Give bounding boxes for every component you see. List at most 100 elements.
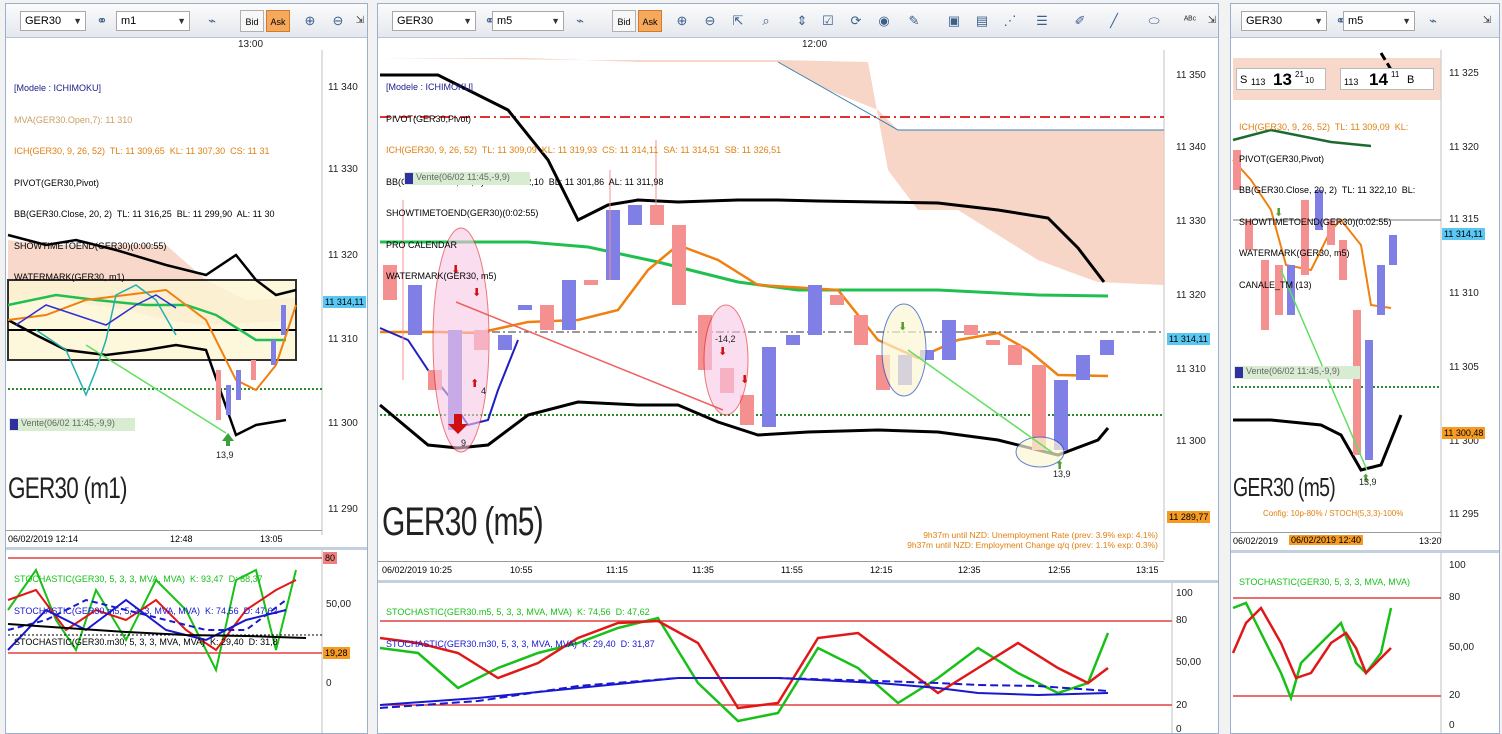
bid-big: 13 <box>1273 70 1292 89</box>
image-icon[interactable]: ▣ <box>942 10 966 32</box>
time-tick: 06/02/2019 <box>1233 536 1279 546</box>
chart-type-icon[interactable]: ⌁ <box>200 10 224 32</box>
ask-button[interactable]: Ask <box>266 10 290 32</box>
timeframe-select[interactable]: m1 ▼ <box>116 11 190 31</box>
trendline-icon[interactable]: ╱ <box>1102 10 1126 32</box>
more-icon[interactable]: ⇲ <box>1475 10 1499 32</box>
current-price-tag: 11 314,11 <box>1442 228 1485 240</box>
bid-quote-box[interactable]: S 113 13 21 10 <box>1236 68 1326 90</box>
price-tick: 11 300 <box>1176 436 1206 447</box>
price-tick: 11 350 <box>1176 70 1206 81</box>
sell-marker-icon <box>10 419 18 430</box>
quote-sell-label: S <box>1240 74 1248 86</box>
symbol-select[interactable]: GER30 ▼ <box>392 11 476 31</box>
price-tick: 11 325 <box>1449 68 1479 79</box>
stoch-tick: 80 <box>1449 592 1461 603</box>
text-tool-icon[interactable]: ᴬᴮᶜ <box>1178 10 1202 32</box>
divider <box>378 561 1164 562</box>
stoch-tick: 0 <box>1449 720 1455 731</box>
globe-icon[interactable]: ◉ <box>872 10 896 32</box>
time-tick: 10:55 <box>510 565 533 575</box>
stoch-tick: 19,28 <box>323 647 350 659</box>
divider <box>1231 532 1441 533</box>
link-icon[interactable]: ⚭ <box>90 10 114 32</box>
zoom-out-icon[interactable]: ⊖ <box>698 10 722 32</box>
stoch-tick: 80 <box>1176 615 1188 626</box>
legend-line: ICH(GER30, 9, 26, 52) TL: 11 309,09 KL: … <box>386 145 782 155</box>
time-tick: 12:48 <box>170 534 193 544</box>
zoom-in-icon[interactable]: ⊕ <box>298 10 322 32</box>
stoch-tick: 20 <box>1176 700 1188 711</box>
annotation-label: -14,2 <box>715 334 736 344</box>
price-tick: 11 315 <box>1449 214 1479 225</box>
time-tick: 11:55 <box>781 565 803 575</box>
fit-icon[interactable]: ⇕ <box>790 10 814 32</box>
current-price-tag: 11 314,11 <box>1167 333 1210 345</box>
chart-window-m5-small: GER30 ▼ ⚭ m5 ▼ ⌁ ⇲ ⬇ ⬆ S 113 13 21 10 11… <box>1230 3 1500 734</box>
chart-type-icon[interactable]: ⌁ <box>1421 10 1445 32</box>
pen-icon[interactable]: ✐ <box>1068 10 1092 32</box>
ask-quote-box[interactable]: 113 14 11 B <box>1340 68 1434 90</box>
time-tick: 13:05 <box>260 534 283 544</box>
legend-line: ICH(GER30, 9, 26, 52) TL: 11 309,65 KL: … <box>14 146 270 156</box>
annotation-label: 9 <box>461 438 467 448</box>
ellipse-icon[interactable]: ⬭ <box>1142 10 1166 32</box>
price-tick: 11 340 <box>328 82 358 93</box>
news-item: 9h37m until NZD: Employment Change q/q (… <box>907 540 1158 550</box>
legend-line: BB(GER30.Close, 20, 2) TL: 11 316,25 BL:… <box>14 209 275 219</box>
legend-line: PRO CALENDAR <box>386 239 458 250</box>
properties-icon[interactable]: ☑ <box>816 10 840 32</box>
more-icon[interactable]: ⇲ <box>1200 10 1218 32</box>
legend-line: PIVOT(GER30,Pivot) <box>386 113 472 124</box>
price-tick: 11 340 <box>1176 142 1206 153</box>
arrow-label: 13,9 <box>216 450 234 460</box>
lines-icon[interactable]: ☰ <box>1030 10 1054 32</box>
sell-signal-label: Vente(06/02 11:45,-9,9) <box>404 172 530 185</box>
bid-button[interactable]: Bid <box>240 10 264 32</box>
legend-line: STOCHASTIC(GER30.m30, 5, 3, 3, MVA, MVA)… <box>386 638 655 649</box>
time-tick: 06/02/2019 12:14 <box>8 534 79 544</box>
price-tick: 11 305 <box>1449 362 1479 373</box>
timeframe-select[interactable]: m5 ▼ <box>1343 11 1415 31</box>
layout-icon[interactable]: ▤ <box>970 10 994 32</box>
toolbar: GER30 ▼ ⚭ m5 ▼ ⌁ Bid Ask ⊕ ⊖ ⇱ ⌕ ⇕ ☑ ⟳ ◉ ✎… <box>378 4 1218 38</box>
chevron-down-icon: ▼ <box>1314 16 1323 26</box>
cursor-icon[interactable]: ⇱ <box>726 10 750 32</box>
timeframe-select[interactable]: m5 ▼ <box>492 11 564 31</box>
time-tick: 12:35 <box>958 565 981 575</box>
sell-signal-label: Vente(06/02 11:45,-9,9) <box>1234 366 1360 379</box>
legend-line: WATERMARK(GER30, m5) <box>386 271 497 281</box>
chart-type-icon[interactable]: ⌁ <box>568 10 592 32</box>
ask-button[interactable]: Ask <box>638 10 662 32</box>
ruler-icon[interactable]: ✎ <box>902 10 926 32</box>
legend-line: STOCHASTIC(GER30, 5, 3, 3, MVA, MVA) K: … <box>14 574 263 584</box>
ask-big: 14 <box>1369 70 1388 89</box>
symbol-select[interactable]: GER30 ▼ <box>1241 11 1327 31</box>
legend-line: SHOWTIMETOEND(GER30)(0:02:55) <box>1239 216 1392 227</box>
svg-text:⬇: ⬇ <box>718 345 727 358</box>
zoom-in-icon[interactable]: ⊕ <box>670 10 694 32</box>
bid-sub: 10 <box>1305 76 1314 85</box>
stoch-tick: 0 <box>1176 724 1182 734</box>
stoch-tick: 50,00 <box>326 599 352 610</box>
legend-line: SHOWTIMETOEND(GER30)(0:00:55) <box>14 240 167 251</box>
zoom-out-icon[interactable]: ⊖ <box>326 10 350 32</box>
sell-signal-label: Vente(06/02 11:45,-9,9) <box>9 418 135 431</box>
time-tick: 13:15 <box>1136 565 1159 575</box>
toolbar: GER30 ▼ ⚭ m5 ▼ ⌁ ⇲ <box>1231 4 1499 38</box>
symbol-select[interactable]: GER30 ▼ <box>20 11 86 31</box>
more-icon[interactable]: ⇲ <box>348 10 367 32</box>
legend-line: [Modele : ICHIMOKU] <box>386 82 474 92</box>
stoch-tick: 80 <box>323 552 338 564</box>
fibonacci-icon[interactable]: ⋰ <box>998 10 1022 32</box>
legend-line: WATERMARK(GER30, m5) <box>1239 248 1350 258</box>
legend-line: SHOWTIMETOEND(GER30)(0:02:55) <box>386 208 539 218</box>
sell-marker-icon <box>1235 367 1243 378</box>
time-tick: 12:55 <box>1048 565 1071 575</box>
stoch-tick: 50,00 <box>1449 642 1475 653</box>
timeframe-value: m5 <box>497 15 513 27</box>
bid-button[interactable]: Bid <box>612 10 636 32</box>
refresh-icon[interactable]: ⟳ <box>844 10 868 32</box>
time-tick: 11:15 <box>606 565 628 575</box>
zoom-box-icon[interactable]: ⌕ <box>754 10 778 32</box>
